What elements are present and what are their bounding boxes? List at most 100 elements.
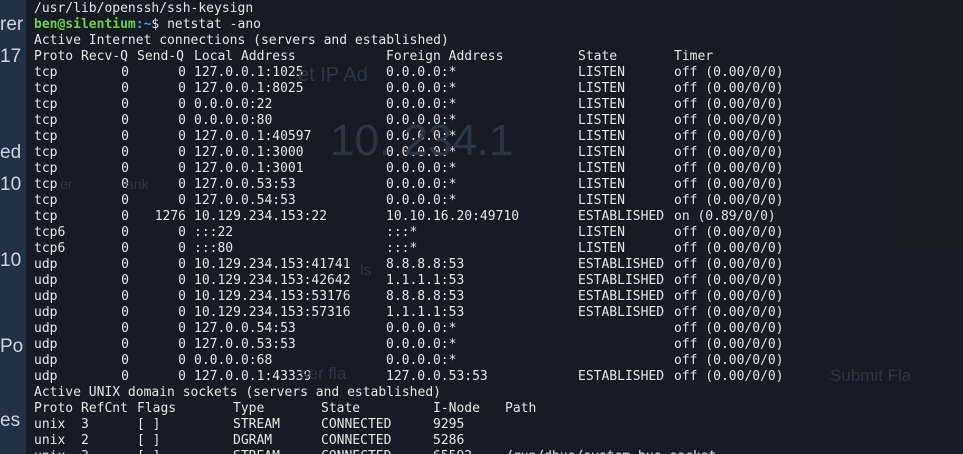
cell-foreign-address: :::* (386, 225, 418, 240)
cell-local-address: 10.129.234.153:42642 (194, 273, 351, 288)
cell-timer: off (0.00/0/0) (674, 65, 784, 80)
cell-timer: off (0.00/0/0) (674, 305, 784, 320)
cell-foreign-address: 0.0.0.0:* (386, 193, 457, 208)
cell-foreign-address: 0.0.0.0:* (386, 97, 457, 112)
cell-foreign-address: 10.10.16.20:49710 (386, 209, 520, 224)
section-title: Active UNIX domain sockets (servers and … (34, 385, 441, 401)
cell-state: ESTABLISHED (578, 369, 665, 384)
col-flags: Flags (137, 401, 177, 416)
cell-timer: off (0.00/0/0) (674, 81, 784, 96)
cell-foreign-address: 0.0.0.0:* (386, 337, 457, 352)
cell-proto: tcp (34, 97, 58, 112)
cell-proto: tcp (34, 193, 58, 208)
cell-sendq: 0 (178, 65, 186, 80)
cell-type: DGRAM (233, 433, 273, 448)
col-timer: Timer (674, 49, 714, 64)
prompt-symbol: $ (151, 17, 168, 32)
cell-local-address: 127.0.0.54:53 (194, 321, 296, 336)
col-path: Path (505, 401, 537, 416)
cell-recvq: 0 (121, 289, 129, 304)
cell-proto: unix (34, 449, 65, 454)
cell-proto: udp (34, 289, 58, 304)
cell-state: ESTABLISHED (578, 305, 665, 320)
cell-sendq: 0 (178, 113, 186, 128)
cell-timer: off (0.00/0/0) (674, 353, 784, 368)
cell-foreign-address: 0.0.0.0:* (386, 145, 457, 160)
cell-recvq: 0 (121, 273, 129, 288)
cell-recvq: 0 (121, 241, 129, 256)
cell-recvq: 0 (121, 369, 129, 384)
col-local-address: Local Address (194, 49, 296, 64)
terminal-text: /usr/lib/openssh/ssh-keysign (34, 1, 254, 16)
background-app-text: es (0, 410, 21, 431)
cell-local-address: 0.0.0.0:80 (194, 113, 273, 128)
col-recvq: Recv-Q (81, 49, 128, 64)
cell-local-address: 10.129.234.153:41741 (194, 257, 351, 272)
cell-local-address: 0.0.0.0:22 (194, 97, 273, 112)
cell-sendq: 0 (178, 193, 186, 208)
col-type: Type (233, 401, 265, 416)
cell-sendq: 0 (178, 305, 186, 320)
cell-state: LISTEN (578, 241, 625, 256)
cell-state: LISTEN (578, 193, 625, 208)
cell-local-address: 127.0.0.1:40597 (194, 129, 312, 144)
cell-local-address: 10.129.234.153:22 (194, 209, 328, 224)
cell-state: ESTABLISHED (578, 273, 665, 288)
cell-timer: off (0.00/0/0) (674, 113, 784, 128)
cell-path: /run/dbus/system_bus_socket (505, 449, 716, 454)
cell-refcnt: 2 (81, 433, 89, 448)
cell-state: LISTEN (578, 97, 625, 112)
cell-recvq: 0 (121, 113, 129, 128)
cell-flags: [ ] (137, 417, 161, 432)
cell-local-address: 127.0.0.1:43339 (194, 369, 312, 384)
cell-foreign-address: 0.0.0.0:* (386, 81, 457, 96)
cell-inode: 9295 (433, 417, 465, 432)
cell-foreign-address: 1.1.1.1:53 (386, 273, 465, 288)
cell-recvq: 0 (121, 209, 129, 224)
cell-proto: tcp (34, 145, 58, 160)
background-app-text: rer (0, 14, 24, 35)
cell-local-address: 127.0.0.53:53 (194, 177, 296, 192)
cell-proto: tcp (34, 161, 58, 176)
cell-state: LISTEN (578, 113, 625, 128)
cell-timer: on (0.89/0/0) (674, 209, 776, 224)
cell-foreign-address: 0.0.0.0:* (386, 65, 457, 80)
background-app-text: Po (0, 336, 24, 357)
cell-local-address: 10.129.234.153:57316 (194, 305, 351, 320)
cell-timer: off (0.00/0/0) (674, 177, 784, 192)
cell-timer: off (0.00/0/0) (674, 273, 784, 288)
prompt-user-host: ben@silentium (34, 17, 136, 32)
cell-recvq: 0 (121, 177, 129, 192)
cell-proto: udp (34, 257, 58, 272)
cell-recvq: 0 (121, 81, 129, 96)
cell-state: LISTEN (578, 161, 625, 176)
cell-recvq: 0 (121, 65, 129, 80)
cell-foreign-address: 1.1.1.1:53 (386, 305, 465, 320)
cell-local-address: 0.0.0.0:68 (194, 353, 273, 368)
col-proto: Proto (34, 49, 74, 64)
cell-local-address: 127.0.0.54:53 (194, 193, 296, 208)
cell-proto: udp (34, 273, 58, 288)
cell-timer: off (0.00/0/0) (674, 257, 784, 272)
cell-proto: tcp (34, 129, 58, 144)
cell-recvq: 0 (121, 193, 129, 208)
cell-local-address: :::22 (194, 225, 234, 240)
cell-proto: udp (34, 337, 58, 352)
col-proto: Proto (34, 401, 74, 416)
terminal-window[interactable]: /usr/lib/openssh/ssh-keysign ben@silentiu… (26, 0, 963, 454)
cell-timer: off (0.00/0/0) (674, 369, 784, 384)
prompt-path: :~ (135, 17, 152, 32)
cell-local-address: 127.0.0.1:3000 (194, 145, 304, 160)
cell-proto: tcp6 (34, 241, 66, 256)
cell-timer: off (0.00/0/0) (674, 161, 784, 176)
cell-foreign-address: 8.8.8.8:53 (386, 257, 465, 272)
cell-foreign-address: 0.0.0.0:* (386, 177, 457, 192)
cell-state: ESTABLISHED (578, 257, 665, 272)
cell-recvq: 0 (121, 257, 129, 272)
cell-recvq: 0 (121, 129, 129, 144)
cell-proto: udp (34, 353, 58, 368)
cell-recvq: 0 (121, 353, 129, 368)
cell-timer: off (0.00/0/0) (674, 97, 784, 112)
cell-proto: udp (34, 305, 58, 320)
cell-timer: off (0.00/0/0) (674, 241, 784, 256)
